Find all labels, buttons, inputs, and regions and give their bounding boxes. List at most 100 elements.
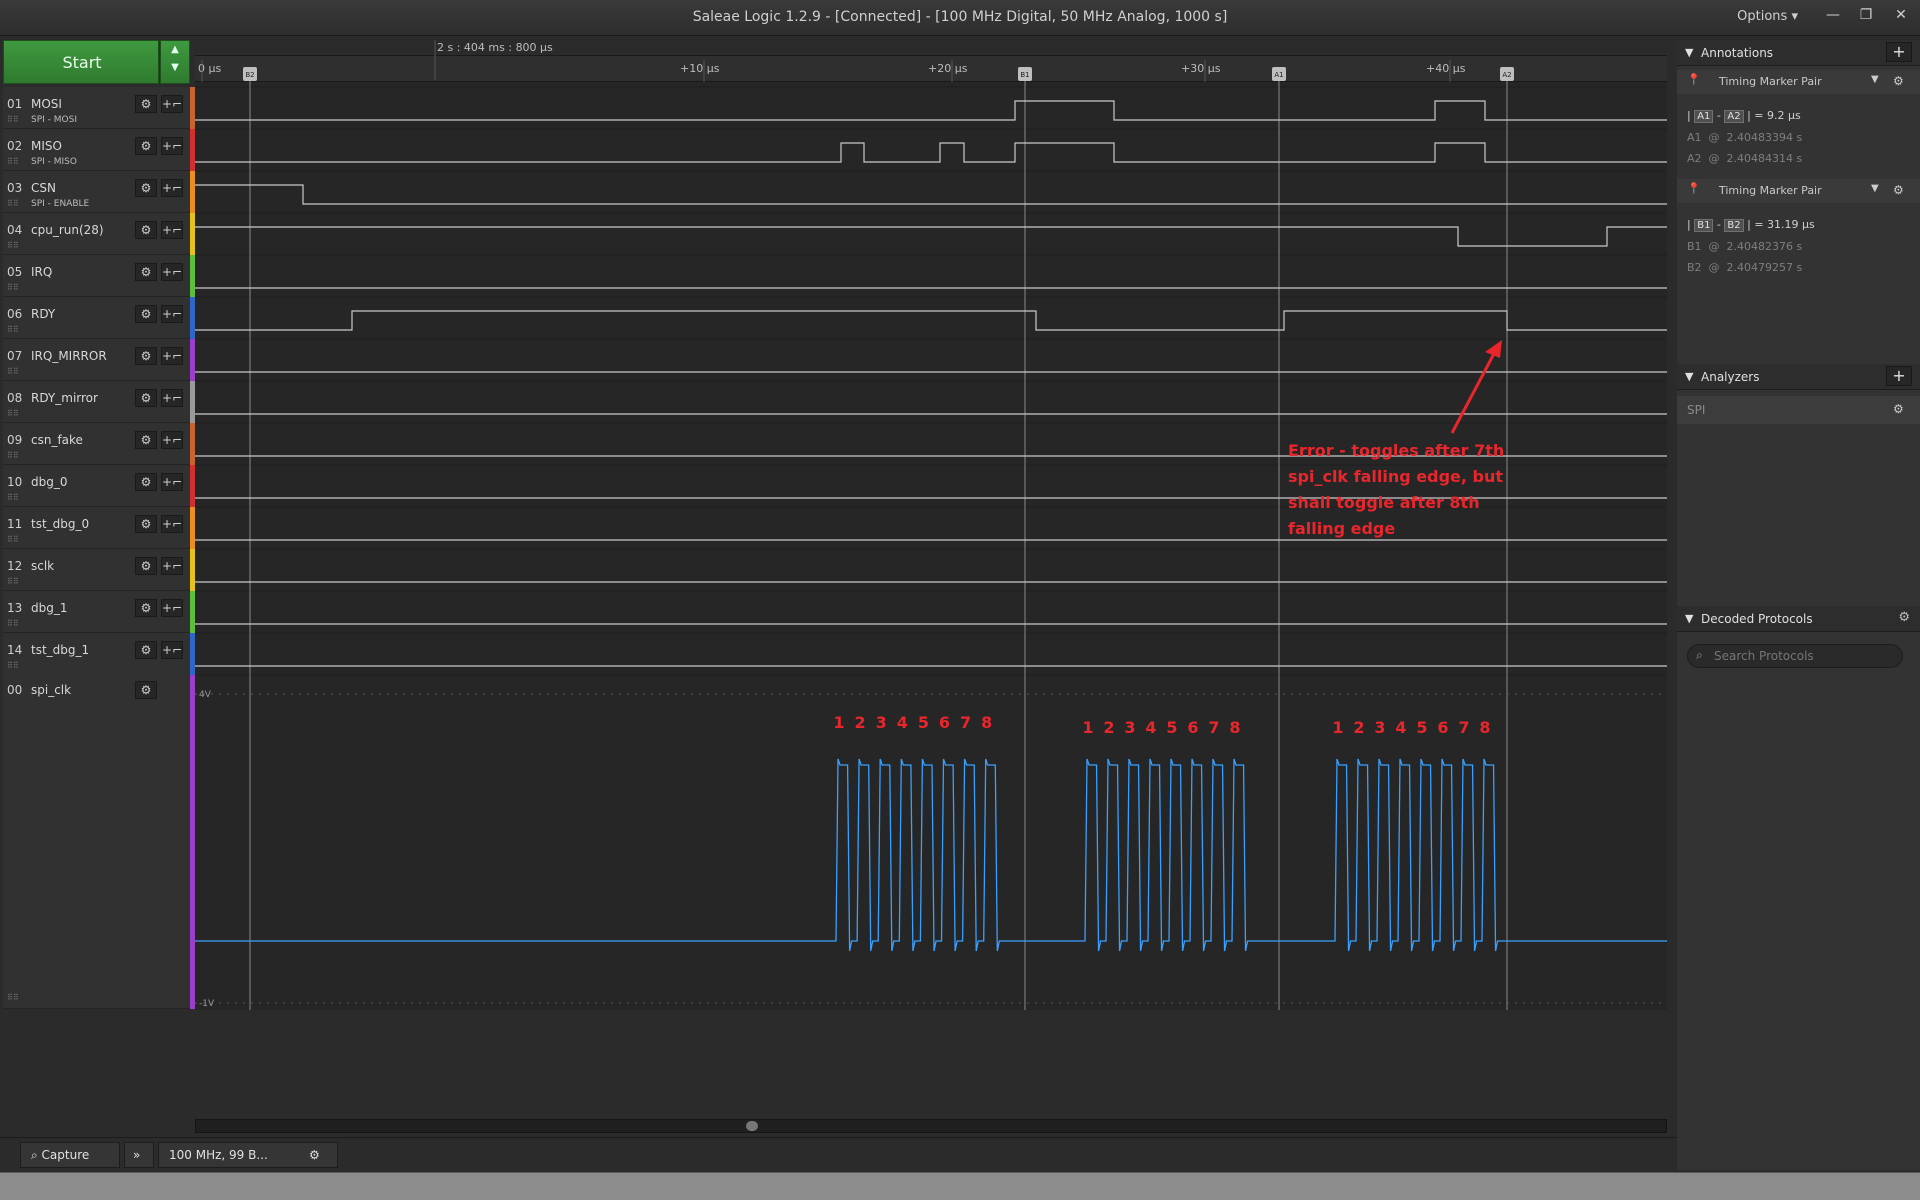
channel-settings-gear-icon[interactable]: ⚙ xyxy=(135,641,157,659)
add-trigger-icon[interactable]: +⌐ xyxy=(161,557,183,575)
drag-handle-icon[interactable]: ⠿⠿ xyxy=(7,157,19,166)
waveform-area[interactable]: 2 s : 404 ms : 800 μs 0 μs +10 μs +20 μs +3… xyxy=(195,40,1667,1010)
channel-row[interactable]: 09 csn_fake ⠿⠿ ⚙ +⌐ xyxy=(3,423,190,465)
channel-row[interactable]: 04 cpu_run(28) ⠿⠿ ⚙ +⌐ xyxy=(3,213,190,255)
chevron-down-icon[interactable]: ▼ xyxy=(1871,74,1879,85)
gear-icon[interactable]: ⚙ xyxy=(1893,402,1904,416)
add-trigger-icon[interactable]: +⌐ xyxy=(161,95,183,113)
channel-row[interactable]: 05 IRQ ⠿⠿ ⚙ +⌐ xyxy=(3,255,190,297)
minimize-button[interactable]: — xyxy=(1822,6,1844,26)
timing-marker-pair-a[interactable]: 📍 Timing Marker Pair ▼ ⚙ xyxy=(1677,70,1920,94)
add-trigger-icon[interactable]: +⌐ xyxy=(161,473,183,491)
channel-settings-gear-icon[interactable]: ⚙ xyxy=(135,515,157,533)
start-button[interactable]: Start xyxy=(3,40,159,84)
annotation-arrowhead xyxy=(1485,340,1502,358)
channel-row[interactable]: 01 MOSI SPI - MOSI ⠿⠿ ⚙ +⌐ xyxy=(3,87,190,129)
channel-settings-gear-icon[interactable]: ⚙ xyxy=(135,473,157,491)
channel-row[interactable]: 03 CSN SPI - ENABLE ⠿⠿ ⚙ +⌐ xyxy=(3,171,190,213)
drag-handle-icon[interactable]: ⠿⠿ xyxy=(7,535,19,544)
scrollbar-thumb[interactable] xyxy=(746,1121,758,1131)
start-options-button[interactable]: ▲ ▼ xyxy=(160,40,190,84)
channel-settings-gear-icon[interactable]: ⚙ xyxy=(135,389,157,407)
tab-session[interactable]: 100 MHz, 99 B... ⚙ xyxy=(158,1142,338,1168)
drag-handle-icon[interactable]: ⠿⠿ xyxy=(7,199,19,208)
channel-settings-gear-icon[interactable]: ⚙ xyxy=(135,347,157,365)
waveform-cpu-run xyxy=(195,226,1667,247)
channel-settings-gear-icon[interactable]: ⚙ xyxy=(135,95,157,113)
drag-handle-icon[interactable]: ⠿⠿ xyxy=(7,493,19,502)
drag-handle-icon[interactable]: ⠿⠿ xyxy=(7,115,19,124)
drag-handle-icon[interactable]: ⠿⠿ xyxy=(7,367,19,376)
add-trigger-icon[interactable]: +⌐ xyxy=(161,137,183,155)
add-trigger-icon[interactable]: +⌐ xyxy=(161,515,183,533)
drag-handle-icon[interactable]: ⠿⠿ xyxy=(7,409,19,418)
channel-number: 03 xyxy=(7,181,23,195)
horizontal-scrollbar[interactable] xyxy=(195,1119,1667,1133)
channel-settings-gear-icon[interactable]: ⚙ xyxy=(135,557,157,575)
pin-icon: 📍 xyxy=(1687,182,1701,195)
restore-button[interactable]: ❐ xyxy=(1855,6,1877,26)
gear-icon[interactable]: ⚙ xyxy=(1893,183,1904,197)
channel-row[interactable]: 11 tst_dbg_0 ⠿⠿ ⚙ +⌐ xyxy=(3,507,190,549)
channel-settings-gear-icon[interactable]: ⚙ xyxy=(135,599,157,617)
channel-color-bar xyxy=(190,339,195,381)
collapse-triangle-icon[interactable]: ▼ xyxy=(1685,46,1693,59)
search-box[interactable]: ⌕ xyxy=(1687,644,1903,668)
collapse-triangle-icon[interactable]: ▼ xyxy=(1685,612,1693,625)
channel-row-spi-clk[interactable]: 00 spi_clk ⚙ ⠿⠿ xyxy=(3,673,190,1009)
add-trigger-icon[interactable]: +⌐ xyxy=(161,263,183,281)
add-trigger-icon[interactable]: +⌐ xyxy=(161,347,183,365)
add-analyzer-button[interactable]: + xyxy=(1886,366,1912,386)
channel-row[interactable]: 14 tst_dbg_1 ⠿⠿ ⚙ +⌐ xyxy=(3,633,190,675)
channel-number: 10 xyxy=(7,475,23,489)
add-trigger-icon[interactable]: +⌐ xyxy=(161,389,183,407)
gear-icon[interactable]: ⚙ xyxy=(1898,610,1910,625)
drag-handle-icon[interactable]: ⠿⠿ xyxy=(7,993,19,1002)
channel-settings-gear-icon[interactable]: ⚙ xyxy=(135,179,157,197)
drag-handle-icon[interactable]: ⠿⠿ xyxy=(7,325,19,334)
drag-handle-icon[interactable]: ⠿⠿ xyxy=(7,451,19,460)
tab-capture[interactable]: ⌕ Capture xyxy=(20,1142,120,1168)
channel-row[interactable]: 13 dbg_1 ⠿⠿ ⚙ +⌐ xyxy=(3,591,190,633)
drag-handle-icon[interactable]: ⠿⠿ xyxy=(7,619,19,628)
channel-settings-gear-icon[interactable]: ⚙ xyxy=(135,221,157,239)
time-tick-label: +20 μs xyxy=(928,62,968,75)
gear-icon[interactable]: ⚙ xyxy=(1893,74,1904,88)
channel-color-bar xyxy=(190,129,195,171)
pulse-number-label: 4 xyxy=(897,713,908,732)
collapse-triangle-icon[interactable]: ▼ xyxy=(1685,370,1693,383)
drag-handle-icon[interactable]: ⠿⠿ xyxy=(7,283,19,292)
add-trigger-icon[interactable]: +⌐ xyxy=(161,179,183,197)
add-annotation-button[interactable]: + xyxy=(1886,42,1912,62)
timing-marker-pair-b[interactable]: 📍 Timing Marker Pair ▼ ⚙ xyxy=(1677,179,1920,203)
channel-row[interactable]: 10 dbg_0 ⠿⠿ ⚙ +⌐ xyxy=(3,465,190,507)
add-trigger-icon[interactable]: +⌐ xyxy=(161,599,183,617)
add-trigger-icon[interactable]: +⌐ xyxy=(161,641,183,659)
drag-handle-icon[interactable]: ⠿⠿ xyxy=(7,661,19,670)
title-bar: Saleae Logic 1.2.9 - [Connected] - [100 … xyxy=(0,0,1920,36)
channel-settings-gear-icon[interactable]: ⚙ xyxy=(135,431,157,449)
options-menu[interactable]: Options ▾ xyxy=(1737,9,1798,24)
add-trigger-icon[interactable]: +⌐ xyxy=(161,305,183,323)
chevron-down-icon[interactable]: ▼ xyxy=(1871,183,1879,194)
channel-row[interactable]: 08 RDY_mirror ⠿⠿ ⚙ +⌐ xyxy=(3,381,190,423)
channel-settings-gear-icon[interactable]: ⚙ xyxy=(135,305,157,323)
analyzer-item-spi[interactable]: SPI ⚙ xyxy=(1677,396,1920,424)
drag-handle-icon[interactable]: ⠿⠿ xyxy=(7,241,19,250)
channel-settings-gear-icon[interactable]: ⚙ xyxy=(135,681,157,699)
drag-handle-icon[interactable]: ⠿⠿ xyxy=(7,577,19,586)
gear-icon[interactable]: ⚙ xyxy=(309,1143,320,1167)
window-title: Saleae Logic 1.2.9 - [Connected] - [100 … xyxy=(692,9,1228,25)
add-trigger-icon[interactable]: +⌐ xyxy=(161,431,183,449)
channel-row[interactable]: 12 sclk ⠿⠿ ⚙ +⌐ xyxy=(3,549,190,591)
add-trigger-icon[interactable]: +⌐ xyxy=(161,221,183,239)
channel-analyzer-label: SPI - MISO xyxy=(31,157,77,167)
close-button[interactable]: ✕ xyxy=(1890,6,1912,26)
tab-overflow-button[interactable]: » xyxy=(124,1142,154,1168)
channel-settings-gear-icon[interactable]: ⚙ xyxy=(135,263,157,281)
search-input[interactable] xyxy=(1714,647,1894,665)
channel-settings-gear-icon[interactable]: ⚙ xyxy=(135,137,157,155)
channel-row[interactable]: 07 IRQ_MIRROR ⠿⠿ ⚙ +⌐ xyxy=(3,339,190,381)
channel-row[interactable]: 02 MISO SPI - MISO ⠿⠿ ⚙ +⌐ xyxy=(3,129,190,171)
channel-row[interactable]: 06 RDY ⠿⠿ ⚙ +⌐ xyxy=(3,297,190,339)
